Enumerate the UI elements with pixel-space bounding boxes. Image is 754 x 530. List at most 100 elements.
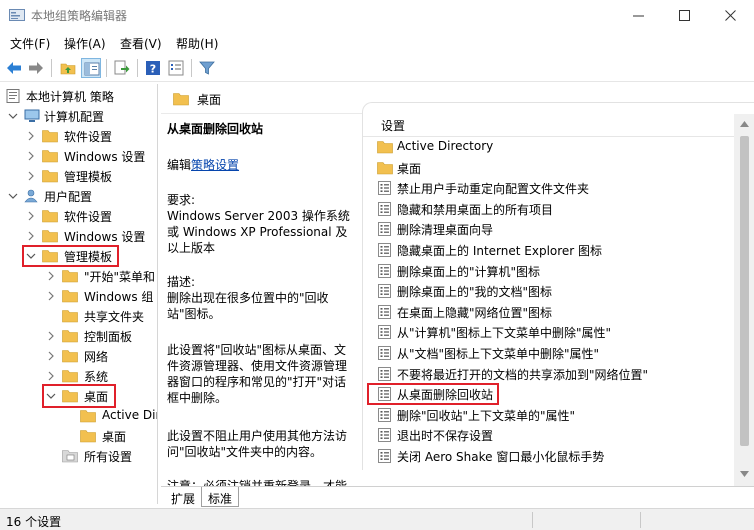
settings-policy-row[interactable]: 不要将最近打开的文档的共享添加到"网络位置" — [363, 364, 735, 384]
setting-label: 关闭 Aero Shake 窗口最小化鼠标手势 — [397, 450, 605, 464]
settings-policy-row[interactable]: 隐藏桌面上的 Internet Explorer 图标 — [363, 240, 735, 260]
window-title: 本地组策略编辑器 — [31, 9, 128, 23]
edit-policy-link[interactable]: 策略设置 — [191, 158, 239, 172]
tree-label: Active Dir — [102, 408, 158, 422]
menu-help[interactable]: 帮助(H) — [176, 35, 218, 52]
tab-standard[interactable]: 标准 — [201, 487, 240, 507]
column-header-setting[interactable]: 设置 — [381, 117, 405, 134]
tree-node-user-windows-settings[interactable]: Windows 设置 — [0, 226, 157, 246]
show-hide-tree-button[interactable] — [81, 58, 101, 78]
settings-policy-row[interactable]: 从"文档"图标上下文菜单中删除"属性" — [363, 343, 735, 363]
policy-setting-icon — [378, 346, 391, 360]
chevron-right-icon[interactable] — [46, 331, 56, 341]
chevron-right-icon[interactable] — [46, 291, 56, 301]
filter-button[interactable] — [197, 58, 217, 78]
settings-folder-row[interactable]: 桌面 — [363, 158, 735, 178]
tree-node-active-directory[interactable]: Active Dir — [0, 406, 158, 426]
settings-policy-row[interactable]: 禁止用户手动重定向配置文件文件夹 — [363, 178, 735, 198]
settings-policy-row[interactable]: 关闭 Aero Shake 窗口最小化鼠标手势 — [363, 446, 735, 466]
tree-node-start-menu[interactable]: "开始"菜单和 — [0, 266, 157, 286]
back-arrow-icon — [7, 62, 21, 74]
chevron-right-icon[interactable] — [26, 151, 36, 161]
settings-policy-row[interactable]: 删除"回收站"上下文菜单的"属性" — [363, 405, 735, 425]
tree-node-computer-configuration[interactable]: 计算机配置 — [0, 106, 157, 126]
vertical-scrollbar[interactable] — [734, 114, 754, 486]
scrollbar-thumb[interactable] — [740, 136, 749, 446]
tree-node-software-settings[interactable]: 软件设置 — [0, 126, 157, 146]
chevron-right-icon[interactable] — [46, 371, 56, 381]
settings-list: 设置 Active Directory 桌面 禁止用户手动重定向配置文件文件夹 隐藏和… — [362, 102, 754, 470]
tree-node-system[interactable]: 系统 — [0, 366, 157, 386]
tab-extended[interactable]: 扩展 — [165, 487, 201, 507]
menu-bar: 文件(F) 操作(A) 查看(V) 帮助(H) — [0, 31, 754, 54]
forward-button[interactable] — [26, 58, 46, 78]
chevron-down-icon[interactable] — [8, 191, 18, 201]
setting-label: Active Directory — [397, 139, 494, 153]
tree-node-windows-settings[interactable]: Windows 设置 — [0, 146, 157, 166]
scroll-down-arrow-icon[interactable] — [740, 470, 749, 478]
tree-node-desktop-sub[interactable]: 桌面 — [0, 426, 157, 446]
properties-button[interactable] — [166, 58, 186, 78]
folder-icon — [42, 129, 58, 143]
close-icon — [725, 10, 736, 21]
tree-node-windows-components[interactable]: Windows 组 — [0, 286, 157, 306]
chevron-right-icon[interactable] — [46, 351, 56, 361]
scroll-up-arrow-icon[interactable] — [740, 120, 749, 128]
show-hide-tree-icon — [84, 62, 100, 76]
chevron-down-icon[interactable] — [8, 111, 18, 121]
close-button[interactable] — [708, 0, 754, 31]
chevron-right-icon[interactable] — [26, 171, 36, 181]
policy-setting-icon — [378, 407, 391, 422]
folder-icon — [62, 289, 78, 303]
tree-node-shared-folders[interactable]: 共享文件夹 — [0, 306, 157, 326]
tree-node-user-software-settings[interactable]: 软件设置 — [0, 206, 157, 226]
folder-icon — [62, 349, 78, 363]
settings-policy-row[interactable]: 从桌面删除回收站 — [363, 383, 735, 406]
chevron-right-icon[interactable] — [26, 211, 36, 221]
description-paragraph-3: 此设置不阻止用户使用其他方法访问"回收站"文件夹中的内容。 — [167, 429, 348, 459]
policy-setting-icon — [378, 181, 391, 196]
tree-label: 本地计算机 策略 — [26, 90, 114, 104]
settings-policy-row[interactable]: 删除桌面上的"计算机"图标 — [363, 261, 735, 281]
description-label: 描述: — [167, 275, 196, 289]
tree-node-network[interactable]: 网络 — [0, 346, 157, 366]
description-paragraph-2: 此设置将"回收站"图标从桌面、文件资源管理器、使用文件资源管理器窗口的程序和常见… — [167, 343, 348, 405]
help-button[interactable]: ? — [143, 58, 163, 78]
setting-label: 从"文档"图标上下文菜单中删除"属性" — [397, 347, 600, 361]
settings-policy-row[interactable]: 删除桌面上的"我的文档"图标 — [363, 281, 735, 301]
description-pane: 从桌面删除回收站 编辑策略设置 要求: Windows Server 2003 … — [161, 114, 357, 486]
help-icon: ? — [146, 61, 160, 76]
requirements-label: 要求: — [167, 193, 196, 207]
folder-icon — [62, 309, 78, 323]
settings-folder-row[interactable]: Active Directory — [363, 137, 735, 157]
settings-policy-row[interactable]: 隐藏和禁用桌面上的所有项目 — [363, 199, 735, 219]
maximize-button[interactable] — [662, 0, 708, 31]
tree-node-admin-templates[interactable]: 管理模板 — [0, 166, 157, 186]
tree-node-local-computer-policy[interactable]: 本地计算机 策略 — [0, 86, 157, 106]
chevron-right-icon[interactable] — [26, 131, 36, 141]
tree-node-all-settings[interactable]: 所有设置 — [0, 446, 157, 466]
export-list-button[interactable] — [112, 58, 132, 78]
export-list-icon — [114, 60, 130, 75]
tree-node-control-panel[interactable]: 控制面板 — [0, 326, 157, 346]
tree-label: 控制面板 — [84, 330, 133, 344]
minimize-button[interactable] — [616, 0, 662, 31]
policy-setting-icon — [378, 449, 391, 463]
policy-setting-icon — [378, 304, 391, 319]
folder-icon — [42, 209, 58, 223]
menu-view[interactable]: 查看(V) — [120, 35, 162, 52]
chevron-right-icon[interactable] — [46, 271, 56, 281]
settings-policy-row[interactable]: 从"计算机"图标上下文菜单中删除"属性" — [363, 322, 735, 342]
tree-node-user-configuration[interactable]: 用户配置 — [0, 186, 157, 206]
tree-label: 用户配置 — [44, 190, 93, 204]
menu-file[interactable]: 文件(F) — [10, 35, 50, 52]
back-button[interactable] — [4, 58, 24, 78]
folder-icon — [62, 269, 78, 283]
settings-policy-row[interactable]: 删除清理桌面向导 — [363, 219, 735, 239]
settings-policy-row[interactable]: 在桌面上隐藏"网络位置"图标 — [363, 302, 735, 322]
chevron-right-icon[interactable] — [26, 231, 36, 241]
folder-icon — [80, 429, 96, 443]
up-one-level-button[interactable] — [58, 58, 78, 78]
menu-action[interactable]: 操作(A) — [64, 35, 106, 52]
settings-policy-row[interactable]: 退出时不保存设置 — [363, 425, 735, 445]
